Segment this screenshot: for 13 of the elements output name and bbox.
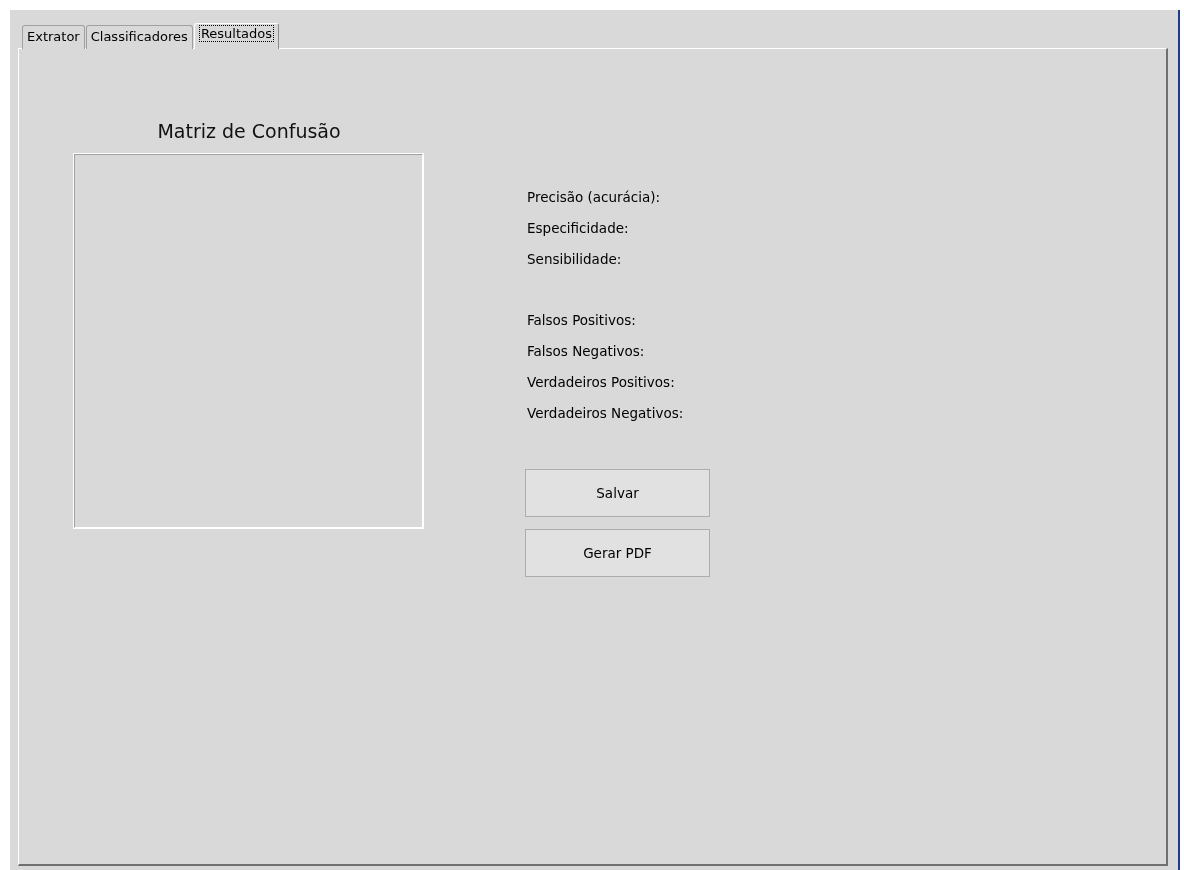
metric-label: Falsos Negativos: [527, 342, 646, 361]
matrix-title: Matriz de Confusão [156, 119, 342, 144]
tab[interactable]: Classificadores [85, 25, 193, 49]
action-button[interactable]: Gerar PDF [525, 529, 710, 577]
metric-label: Precisão (acurácia): [527, 188, 662, 207]
metric-label: Falsos Positivos: [527, 311, 637, 330]
metric-label: Verdadeiros Negativos: [527, 404, 685, 423]
metric-label: Especificidade: [527, 219, 630, 238]
tab[interactable]: Extrator [22, 25, 85, 49]
metric-label: Verdadeiros Positivos: [527, 373, 676, 392]
action-button[interactable]: Salvar [525, 469, 710, 517]
tab[interactable]: Resultados [193, 23, 279, 49]
metric-label: Sensibilidade: [527, 250, 623, 269]
